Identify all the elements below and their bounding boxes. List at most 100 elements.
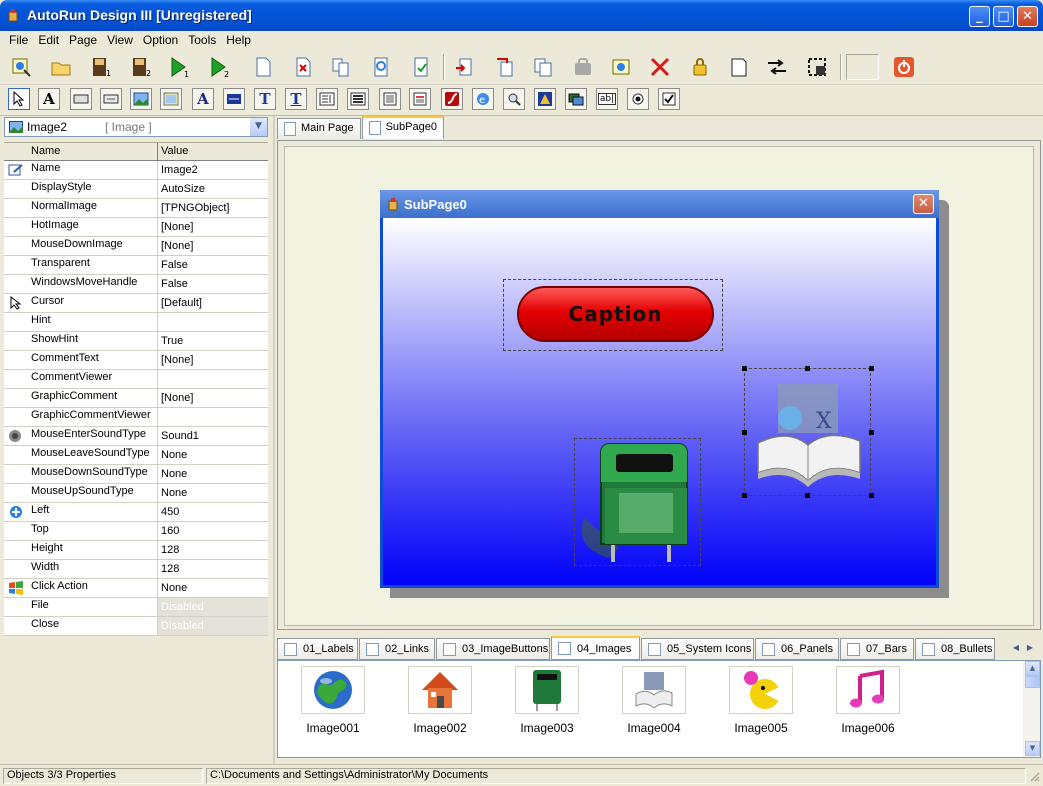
media-tool-button[interactable] [565,88,587,110]
gallery-item[interactable]: Image002 [390,666,490,746]
shape-tool-button[interactable] [534,88,556,110]
property-row[interactable]: DisplayStyle AutoSize [4,180,268,199]
menu-help[interactable]: Help [221,31,256,50]
resize-handle-sw[interactable] [742,493,747,498]
property-row[interactable]: CommentViewer [4,370,268,389]
column-value-header[interactable]: Value [158,143,268,160]
image-tool-button[interactable] [130,88,152,110]
property-row[interactable]: MouseEnterSoundType Sound1 [4,427,268,446]
import-button[interactable] [452,54,478,80]
property-row[interactable]: MouseUpSoundType None [4,484,268,503]
tab-images[interactable]: 04_Images [551,636,640,660]
close-button[interactable]: ✕ [1017,6,1038,27]
property-value[interactable] [158,408,268,426]
trash-bin-image[interactable] [579,438,699,566]
property-row[interactable]: ShowHint True [4,332,268,351]
property-value[interactable]: [None] [158,351,268,369]
chevron-up-icon[interactable]: ▲ [1025,661,1040,676]
chevron-left-icon[interactable]: ◀ [1009,640,1023,656]
maximize-button[interactable]: □ [993,6,1014,27]
property-value[interactable]: False [158,256,268,274]
copy-page-button[interactable] [328,54,354,80]
property-row[interactable]: GraphicComment [None] [4,389,268,408]
property-value[interactable]: None [158,484,268,502]
open-wizard-button[interactable] [8,54,34,80]
property-row[interactable]: Cursor [Default] [4,294,268,313]
export-button[interactable] [408,54,434,80]
property-row[interactable]: Click Action None [4,579,268,598]
property-value[interactable]: [None] [158,237,268,255]
gallery-scrollbar[interactable]: ▲ ▼ [1023,661,1040,757]
run-1-button[interactable]: 1 [166,54,192,80]
radio-tool-button[interactable] [627,88,649,110]
subpage-close-button[interactable]: ✕ [913,194,934,214]
new-page-button[interactable] [250,54,276,80]
property-value[interactable]: False [158,275,268,293]
save-2-button[interactable]: 2 [128,54,154,80]
chevron-right-icon[interactable]: ▶ [1023,640,1037,656]
magnifier-tool-button[interactable] [503,88,525,110]
property-row[interactable]: File Disabled [4,598,268,617]
memo-tool-button[interactable] [316,88,338,110]
property-row[interactable]: HotImage [None] [4,218,268,237]
text-tool-button[interactable]: A [192,88,214,110]
resize-handle-s[interactable] [805,493,810,498]
property-value[interactable]: [None] [158,218,268,236]
gradient-tool-button[interactable] [160,88,182,110]
property-row[interactable]: MouseDownImage [None] [4,237,268,256]
menu-tools[interactable]: Tools [183,31,221,50]
scroll-thumb[interactable] [1025,676,1040,688]
gallery-item[interactable]: Image001 [283,666,383,746]
resize-handle-se[interactable] [869,493,874,498]
caption-tool-button[interactable]: T [254,88,276,110]
property-value[interactable]: 128 [158,560,268,578]
subpage-body[interactable]: Caption X [383,218,936,585]
property-value[interactable] [158,370,268,388]
preview-button[interactable] [368,54,394,80]
resize-handle-nw[interactable] [742,366,747,371]
align-button[interactable] [764,54,790,80]
chevron-down-icon[interactable]: ▼ [250,118,267,136]
button-tool-button[interactable] [100,88,122,110]
property-value[interactable] [158,313,268,331]
subpage-titlebar[interactable]: SubPage0 ✕ [380,190,939,218]
property-row[interactable]: Width 128 [4,560,268,579]
property-value[interactable]: 128 [158,541,268,559]
gallery-item[interactable]: Image003 [497,666,597,746]
property-value[interactable]: [TPNGObject] [158,199,268,217]
property-value[interactable]: None [158,579,268,597]
book-image[interactable]: X [748,373,868,493]
blank-page-button[interactable] [726,54,752,80]
tab-bullets[interactable]: 08_Bullets [915,638,995,660]
tab-main-page[interactable]: Main Page [277,118,361,139]
column-name-header[interactable]: Name [4,143,158,160]
subpage-window[interactable]: SubPage0 ✕ Caption X [380,190,939,588]
rich-text-tool-button[interactable]: T [285,88,307,110]
duplicate-button[interactable] [492,54,518,80]
property-row[interactable]: Hint [4,313,268,332]
property-row[interactable]: Transparent False [4,256,268,275]
menu-file[interactable]: File [4,31,33,50]
exit-button[interactable] [891,54,917,80]
panel-tool-button[interactable] [70,88,92,110]
resize-handle-e[interactable] [869,430,874,435]
menu-option[interactable]: Option [138,31,183,50]
tab-system-icons[interactable]: 05_System Icons [641,638,754,660]
list-tool-button[interactable] [347,88,369,110]
chevron-down-icon[interactable]: ▼ [1025,741,1040,756]
tab-imagebuttons[interactable]: 03_ImageButtons [436,638,550,660]
object-selector[interactable]: Image2 [ Image ] ▼ [4,117,268,137]
gallery-item[interactable]: Image004 [604,666,704,746]
browser-tool-button[interactable]: e [472,88,494,110]
property-row[interactable]: MouseDownSoundType None [4,465,268,484]
property-row[interactable]: MouseLeaveSoundType None [4,446,268,465]
resize-handle-ne[interactable] [869,366,874,371]
select-region-button[interactable] [804,54,830,80]
property-row[interactable]: NormalImage [TPNGObject] [4,199,268,218]
delete-page-button[interactable] [290,54,316,80]
property-value[interactable]: 160 [158,522,268,540]
lock-button[interactable] [687,54,713,80]
flash-tool-button[interactable] [441,88,463,110]
property-value[interactable]: [Default] [158,294,268,312]
tab-subpage0[interactable]: SubPage0 [361,116,444,139]
